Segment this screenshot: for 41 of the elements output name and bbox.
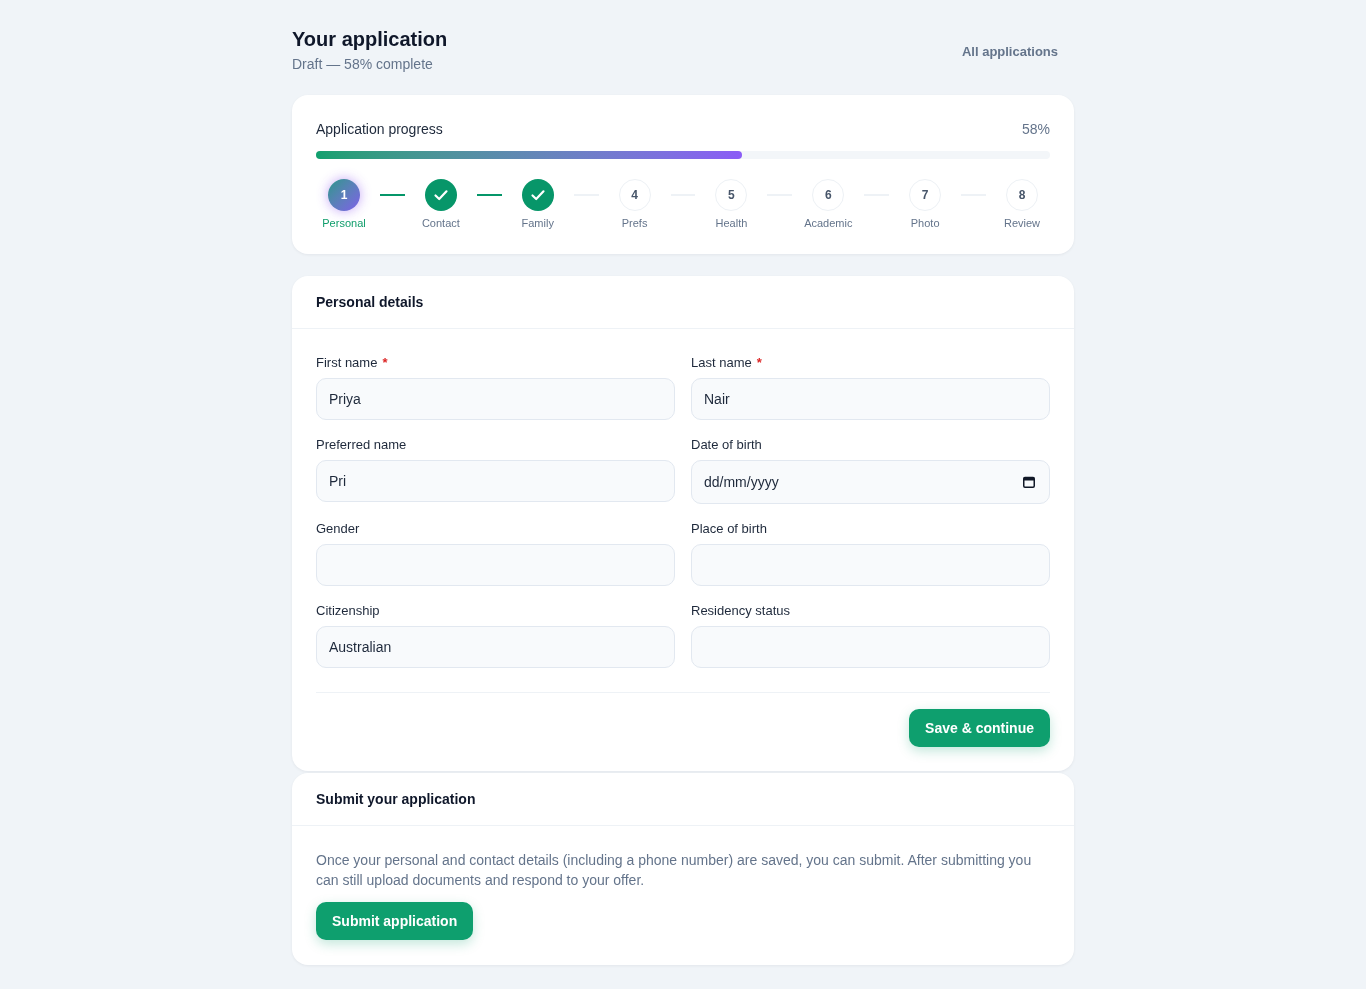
field-label: First name <box>316 354 378 372</box>
info-text: Once your personal and contact details (including a phone number) are saved, you can submit. After submitting you can still upload documents and respond to your offer. <box>316 851 1033 890</box>
text-field[interactable]: Priya <box>316 378 675 420</box>
text-field[interactable]: Pri <box>316 460 675 502</box>
step-label: Review <box>1003 216 1041 231</box>
field-label: Residency status <box>691 602 790 620</box>
step-number: 6 <box>812 179 845 211</box>
step-label: Health <box>715 216 748 231</box>
step-label: Prefs <box>621 216 648 231</box>
field-label: Place of birth <box>691 520 767 538</box>
all-applications-link[interactable]: All applications <box>961 41 1058 62</box>
step-label: Family <box>521 216 554 231</box>
step-number: 8 <box>1006 179 1038 211</box>
text-field[interactable] <box>316 544 675 586</box>
progress-percent: 58% <box>1021 120 1050 139</box>
text-field[interactable]: Nair <box>691 378 1050 420</box>
required-mark: * <box>756 354 762 372</box>
text-field[interactable]: Australian <box>316 626 675 668</box>
field-label: Date of birth <box>691 436 762 454</box>
field-label: Gender <box>316 520 360 538</box>
step-number: 4 <box>618 179 651 211</box>
step-number: 5 <box>715 179 748 211</box>
section-title: Submit your application <box>316 790 477 809</box>
text-field[interactable] <box>691 626 1050 668</box>
card-title: Application progress <box>316 120 443 139</box>
required-mark: * <box>382 354 388 372</box>
step-label: Academic <box>804 216 853 231</box>
field-label: Citizenship <box>316 602 380 620</box>
step-number: 1 <box>328 179 360 211</box>
section-title: Personal details <box>316 293 425 312</box>
page-title: Your application <box>292 27 448 52</box>
step-number: 7 <box>909 179 942 211</box>
date-field[interactable]: dd/mm/yyyy <box>691 460 1050 504</box>
step-label: Personal <box>322 216 366 231</box>
step-label: Photo <box>910 216 940 231</box>
field-label: Last name <box>691 354 752 372</box>
field-label: Preferred name <box>316 436 407 454</box>
page-subtitle: Draft — 58% complete <box>292 55 434 74</box>
step-label: Contact <box>421 216 460 231</box>
calendar-icon <box>1023 476 1035 488</box>
text-field[interactable] <box>691 544 1050 586</box>
